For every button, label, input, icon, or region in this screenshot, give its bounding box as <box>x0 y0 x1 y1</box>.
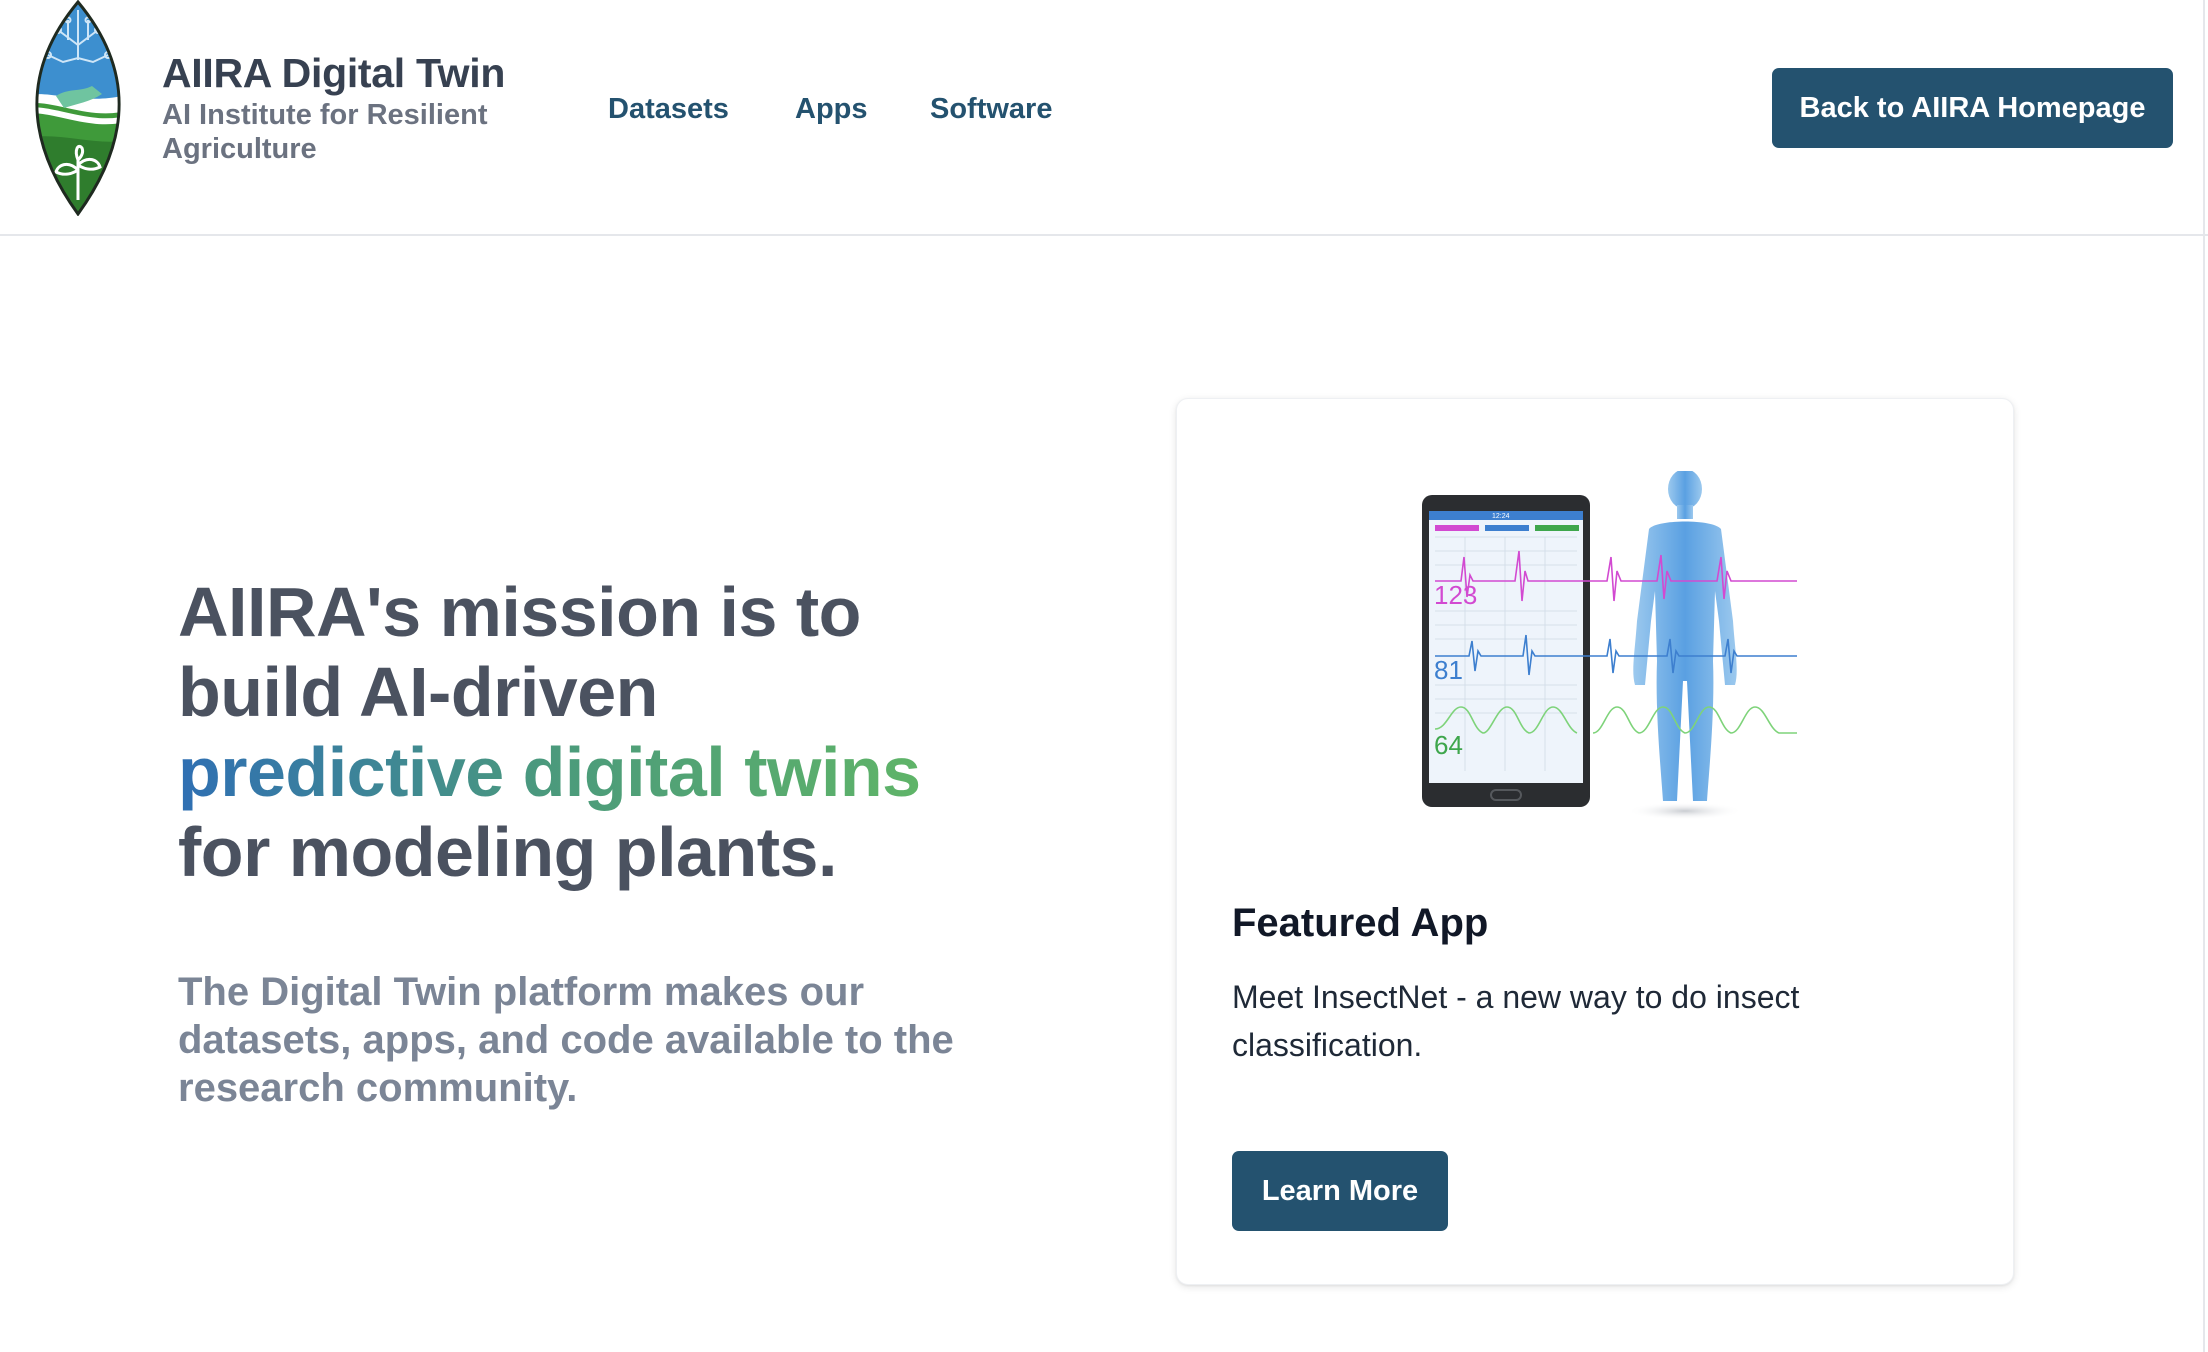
hero-description: The Digital Twin platform makes our data… <box>178 970 954 1110</box>
featured-app-description: Meet InsectNet - a new way to do insect … <box>1232 979 1800 1063</box>
aiira-logo[interactable] <box>18 0 138 216</box>
hero-title-highlight: predictive digital twins <box>178 733 921 811</box>
brand-subtitle: AI Institute for Resilient Agriculture <box>162 99 488 165</box>
hero-title-line-1: AIIRA's mission is to <box>178 573 861 651</box>
hero-title-line-2: build AI-driven <box>178 653 658 731</box>
featured-app-title: Featured App <box>1232 901 1489 945</box>
hero-title: AIIRA's mission is to build AI-driven pr… <box>178 572 998 892</box>
reading-1: 123 <box>1434 580 1477 610</box>
learn-more-button[interactable]: Learn More <box>1232 1151 1448 1231</box>
brand-title[interactable]: AIIRA Digital Twin <box>162 50 505 97</box>
phone-time: 12:24 <box>1492 513 1510 520</box>
nav-datasets[interactable]: Datasets <box>608 93 729 126</box>
back-to-homepage-button[interactable]: Back to AIIRA Homepage <box>1772 68 2173 148</box>
reading-2: 81 <box>1434 655 1463 685</box>
hero-title-line-4: for modeling plants. <box>178 813 837 891</box>
nav-software[interactable]: Software <box>930 93 1052 126</box>
site-header: AIIRA Digital Twin AI Institute for Resi… <box>0 0 2208 236</box>
nav-apps[interactable]: Apps <box>795 93 868 126</box>
reading-3: 64 <box>1434 730 1463 760</box>
scrollbar-track[interactable] <box>2203 0 2205 1352</box>
featured-app-card: 12:24 123 81 64 Featured App Meet Insect… <box>1176 398 2014 1285</box>
health-monitor-illustration: 12:24 123 81 64 <box>1422 471 1797 820</box>
